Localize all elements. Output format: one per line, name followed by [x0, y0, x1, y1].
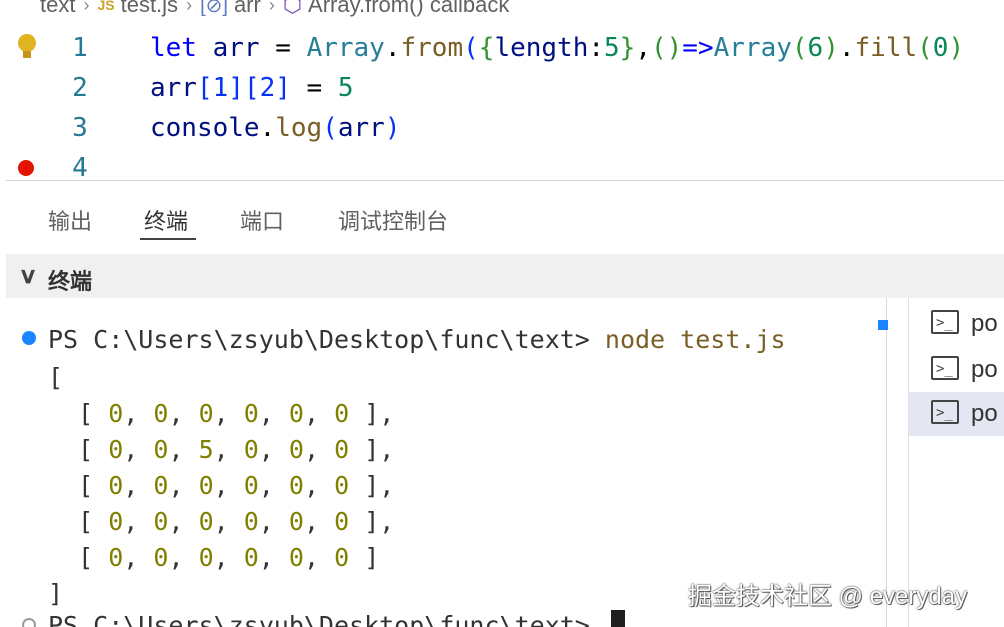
array-value: 0 [108, 507, 124, 536]
line-number: 4 [72, 153, 88, 183]
tab-output[interactable]: 输出 [48, 204, 92, 236]
array-value: 0 [288, 471, 304, 500]
chevron-right-icon: › [83, 0, 90, 15]
chevron-right-icon: › [268, 0, 275, 15]
chevron-down-icon[interactable]: ∨ [18, 263, 37, 289]
breadcrumb-callback[interactable]: Array.from() callback [308, 0, 509, 18]
code-line-2[interactable]: 2 arr[1][2] = 5 [0, 68, 1004, 108]
array-value: 0 [334, 471, 350, 500]
array-value: 0 [153, 471, 169, 500]
array-value: 0 [288, 507, 304, 536]
array-value: 0 [198, 507, 214, 536]
line-number: 1 [72, 33, 88, 63]
panel-tabs: 输出 终端 端口 调试控制台 [0, 190, 1004, 246]
terminal-list-item-selected[interactable]: >_ po [909, 392, 1004, 436]
terminal-array-row: [ 0, 0, 0, 0, 0, 0 ], [48, 471, 395, 500]
array-value: 0 [288, 543, 304, 572]
array-value: 0 [153, 399, 169, 428]
code-editor[interactable]: 1 let arr = Array.from({length:5},()=>Ar… [0, 28, 1004, 183]
terminal-array-row: [ 0, 0, 5, 0, 0, 0 ], [48, 435, 395, 464]
array-value: 0 [334, 507, 350, 536]
array-value: 0 [334, 399, 350, 428]
code-text: console.log(arr) [150, 113, 401, 143]
terminal-output-line: ] [48, 579, 64, 608]
terminal-output-line: [ [48, 363, 64, 392]
tab-ports[interactable]: 端口 [240, 204, 284, 236]
array-value: 0 [334, 435, 350, 464]
array-value: 0 [288, 399, 304, 428]
breakpoint-icon[interactable] [18, 160, 34, 176]
array-value: 0 [288, 435, 304, 464]
command-decoration-icon[interactable] [22, 618, 36, 627]
array-value: 0 [153, 543, 169, 572]
terminal-array-row: [ 0, 0, 0, 0, 0, 0 ] [48, 543, 380, 572]
terminal-array-row: [ 0, 0, 0, 0, 0, 0 ], [48, 399, 395, 428]
breadcrumb-variable[interactable]: arr [234, 0, 261, 18]
scrollbar-marker [878, 320, 888, 330]
code-line-1[interactable]: 1 let arr = Array.from({length:5},()=>Ar… [0, 28, 1004, 68]
breadcrumb: text › JS test.js › [⊘] arr › ⬡ Array.fr… [0, 0, 1004, 20]
terminal-list-item[interactable]: >_ po [909, 302, 1004, 346]
breadcrumb-file[interactable]: test.js [121, 0, 178, 18]
editor-panel-divider[interactable] [6, 180, 1004, 181]
chevron-right-icon: › [186, 0, 193, 15]
array-value: 0 [108, 435, 124, 464]
terminal-section-header[interactable]: ∨ 终端 [6, 254, 1004, 298]
code-line-3[interactable]: 3 console.log(arr) [0, 108, 1004, 148]
line-number: 2 [72, 73, 88, 103]
array-value: 0 [108, 399, 124, 428]
array-value: 0 [243, 507, 259, 536]
array-value: 0 [243, 543, 259, 572]
array-value: 0 [243, 435, 259, 464]
array-value: 0 [108, 543, 124, 572]
powershell-icon: >_ [931, 400, 959, 424]
array-value: 0 [198, 543, 214, 572]
terminal-prompt-line: PS C:\Users\zsyub\Desktop\func\text> [48, 608, 625, 627]
lightbulb-icon[interactable] [16, 34, 38, 62]
terminal-command-line: PS C:\Users\zsyub\Desktop\func\text> nod… [48, 325, 786, 354]
array-value: 0 [243, 471, 259, 500]
code-text: let arr = Array.from({length:5},()=>Arra… [150, 33, 965, 63]
array-value: 0 [198, 471, 214, 500]
array-value: 0 [198, 399, 214, 428]
array-value: 5 [198, 435, 214, 464]
powershell-icon: >_ [931, 356, 959, 380]
code-text: arr[1][2] = 5 [150, 73, 354, 103]
variable-symbol-icon: [⊘] [200, 0, 228, 17]
method-symbol-icon: ⬡ [282, 0, 303, 17]
array-value: 0 [153, 507, 169, 536]
line-number: 3 [72, 113, 88, 143]
array-value: 0 [153, 435, 169, 464]
command-decoration-icon[interactable] [22, 331, 36, 345]
code-line-4[interactable]: 4 [0, 148, 1004, 188]
array-value: 0 [108, 471, 124, 500]
powershell-icon: >_ [931, 310, 959, 334]
tab-terminal[interactable]: 终端 [144, 204, 188, 236]
terminal-section-title: 终端 [48, 269, 93, 294]
active-tab-indicator [140, 238, 196, 240]
watermark: 掘金技术社区 @ everyday [688, 583, 968, 610]
array-value: 0 [243, 399, 259, 428]
array-value: 0 [334, 543, 350, 572]
js-file-icon: JS [97, 0, 115, 13]
terminal-list-item[interactable]: >_ po [909, 348, 1004, 392]
tab-debug-console[interactable]: 调试控制台 [338, 204, 448, 236]
terminal-array-row: [ 0, 0, 0, 0, 0, 0 ], [48, 507, 395, 536]
terminal-cursor [610, 610, 625, 627]
breadcrumb-folder[interactable]: text [40, 0, 75, 18]
